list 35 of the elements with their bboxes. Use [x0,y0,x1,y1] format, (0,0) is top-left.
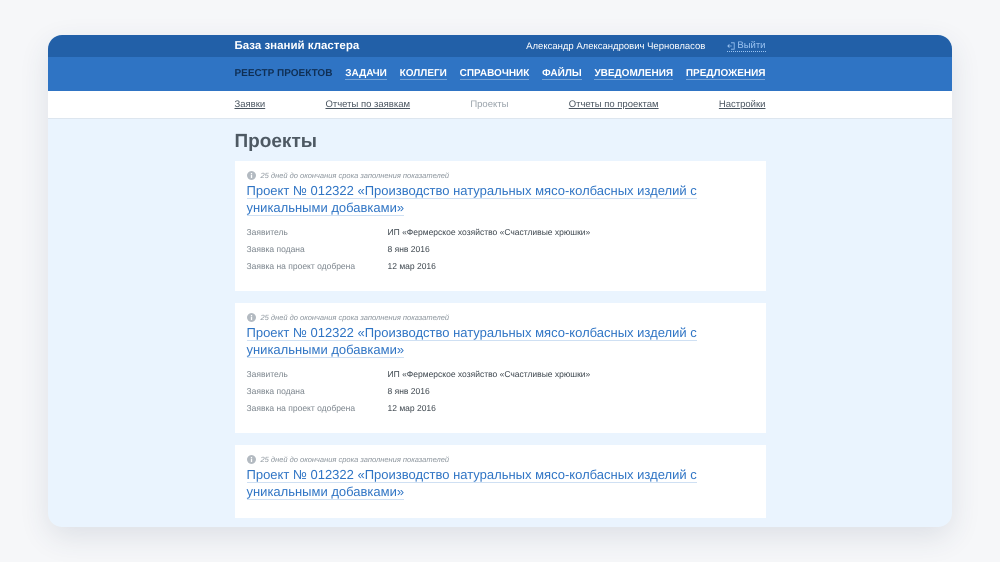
subnav-link[interactable]: Настройки [718,99,766,110]
info-icon [246,455,256,464]
nav-tab[interactable]: КОЛЛЕГИ [400,68,447,80]
subnav-link[interactable]: Проекты [470,99,508,110]
nav-tab[interactable]: УВЕДОМЛЕНИЯ [594,68,674,80]
field-label: Заявка подана [246,243,306,256]
field-value: 12 мар 2016 [388,402,437,415]
subnav-link[interactable]: Отчеты по заявкам [325,99,410,110]
field-value: 8 янв 2016 [388,385,431,398]
page-title: Проекты [234,131,318,153]
subnav-link[interactable]: Отчеты по проектам [568,99,659,110]
field-label: Заявка на проект одобрена [246,260,356,273]
info-icon [246,313,256,322]
nav-tab[interactable]: ПРЕДЛОЖЕНИЯ [686,68,766,80]
logout-link[interactable]: Выйти [727,40,766,52]
project-title-link[interactable]: Проект № 012322 «Производство натуральных мясо-колбасных изделий с уникальными добавками» [246,324,726,358]
subnav-link[interactable]: Заявки [234,99,266,110]
field-value: 8 янв 2016 [388,243,431,256]
field-label: Заявитель [246,226,289,239]
user-name: Александр Александрович Черновласов [526,40,706,52]
field-value: ИП «Фермерское хозяйство «Счастливые хрюшки» [388,226,590,239]
project-title-link[interactable]: Проект № 012322 «Производство натуральных мясо-колбасных изделий с уникальными добавками» [246,466,726,500]
nav-tab[interactable]: ФАЙЛЫ [542,68,582,80]
field-value: ИП «Фермерское хозяйство «Счастливые хрюшки» [388,368,590,381]
field-label: Заявка на проект одобрена [246,402,356,415]
field-label: Заявка подана [246,385,306,398]
project-title-link[interactable]: Проект № 012322 «Производство натуральных мясо-колбасных изделий с уникальными добавками» [246,182,726,216]
info-icon [246,171,256,180]
site-title: База знаний кластера [234,40,360,52]
nav-tab[interactable]: СПРАВОЧНИК [460,68,530,80]
nav-tab[interactable]: РЕЕСТР ПРОЕКТОВ [234,68,332,80]
nav-tab[interactable]: ЗАДАЧИ [345,68,387,80]
field-value: 12 мар 2016 [388,260,437,273]
field-label: Заявитель [246,368,289,381]
logout-icon [727,42,736,50]
